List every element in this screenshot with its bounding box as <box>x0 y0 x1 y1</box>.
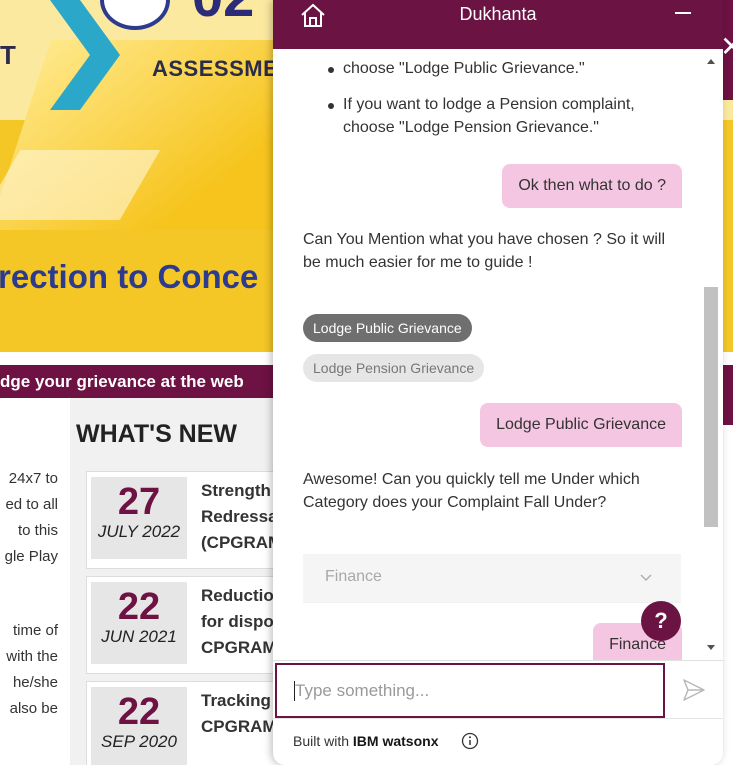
scrollbar-thumb[interactable] <box>704 287 718 527</box>
message-input[interactable] <box>275 663 665 718</box>
whats-new-title: WHAT'S NEW <box>76 420 238 448</box>
bot-message: Awesome! Can you quickly tell me Under w… <box>303 471 640 511</box>
banner-text-fragment: T <box>0 40 16 70</box>
news-day: 22 <box>117 691 161 733</box>
intro-line: to this <box>17 522 58 539</box>
intro-line: also be <box>9 700 58 717</box>
scroll-up-arrow-icon[interactable] <box>707 59 715 64</box>
text-caret <box>294 681 295 701</box>
bullet-item: If you want to lodge a Pension complaint… <box>328 93 668 139</box>
news-month: JULY 2022 <box>97 522 181 541</box>
banner-assessment-text: ASSESSME <box>152 56 279 81</box>
scroll-down-arrow-icon[interactable] <box>707 645 715 650</box>
dropdown-value: Finance <box>325 568 382 585</box>
intro-line: ed to all <box>5 496 58 513</box>
help-icon[interactable]: ? <box>641 601 681 641</box>
chevron-down-icon <box>640 574 652 582</box>
intro-line: he/she <box>12 674 58 691</box>
intro-text-column: 24x7 to ed to all to this gle Play time … <box>0 400 70 765</box>
chat-scrollbar[interactable] <box>703 49 720 660</box>
footer-brand: IBM watsonx <box>352 733 439 749</box>
chat-header: Dukhanta <box>273 0 723 49</box>
news-day: 27 <box>117 481 161 523</box>
info-icon[interactable] <box>461 732 479 750</box>
footer-prefix: Built with <box>293 733 353 749</box>
bullet-item: choose "Lodge Public Grievance." <box>328 57 668 87</box>
intro-line: gle Play <box>4 548 58 565</box>
news-month: JUN 2021 <box>101 627 177 646</box>
user-message: Ok then what to do ? <box>502 164 682 208</box>
minimize-icon <box>675 12 691 14</box>
bot-bullet-list: choose "Lodge Public Grievance." If you … <box>328 57 668 139</box>
banner-headline: rection to Conce <box>0 258 259 295</box>
news-month: SEP 2020 <box>101 732 177 751</box>
minimize-button[interactable] <box>671 1 695 25</box>
chat-messages[interactable]: choose "Lodge Public Grievance." If you … <box>273 49 723 660</box>
built-with-label: Built with IBM watsonx <box>293 733 439 749</box>
news-date: 22 JUN 2021 <box>91 582 187 664</box>
category-dropdown[interactable]: Finance <box>303 554 681 603</box>
bullet-text: choose "Lodge Public Grievance." <box>343 60 585 77</box>
chat-footer: Built with IBM watsonx <box>273 718 723 765</box>
intro-line: time of <box>12 622 58 639</box>
chat-input-area <box>273 660 723 718</box>
news-item[interactable]: 27 JULY 2022 Strength Redressa (CPGRAM <box>86 471 286 569</box>
banner-number: 02 <box>192 0 254 29</box>
news-day: 22 <box>117 586 161 628</box>
user-message: Lodge Public Grievance <box>480 403 682 447</box>
chat-widget: Dukhanta choose "Lodge Public Grievance.… <box>273 0 723 765</box>
bot-message: Can You Mention what you have chosen ? S… <box>303 231 666 271</box>
bullet-text: If you want to lodge a Pension complaint… <box>343 96 635 136</box>
news-date: 22 SEP 2020 <box>91 687 187 765</box>
ticker-text: dge your grievance at the web <box>0 372 244 391</box>
send-icon[interactable] <box>681 677 707 703</box>
news-item[interactable]: 22 SEP 2020 Tracking CPGRAM <box>86 681 286 765</box>
intro-line: with the <box>6 648 58 665</box>
news-item[interactable]: 22 JUN 2021 Reduction for dispo CPGRAM <box>86 576 286 674</box>
option-lodge-pension-grievance[interactable]: Lodge Pension Grievance <box>303 354 485 382</box>
news-date: 27 JULY 2022 <box>91 477 187 559</box>
option-lodge-public-grievance[interactable]: Lodge Public Grievance <box>303 314 472 342</box>
intro-line: 24x7 to <box>8 470 58 487</box>
chat-title: Dukhanta <box>459 4 537 24</box>
